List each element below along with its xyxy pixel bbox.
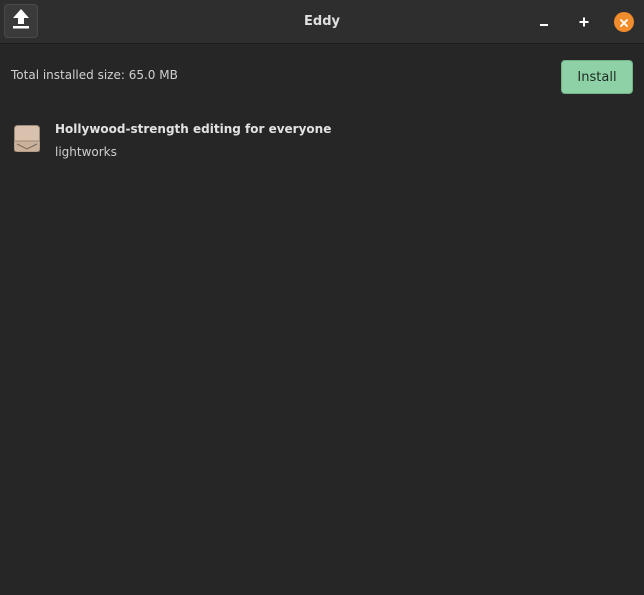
- upload-icon: [11, 8, 31, 34]
- title-bar: Eddy: [0, 0, 644, 44]
- install-button[interactable]: Install: [561, 60, 633, 94]
- upload-button[interactable]: [4, 4, 38, 38]
- package-row[interactable]: Hollywood-strength editing for everyone …: [0, 114, 644, 166]
- package-icon: [14, 125, 40, 157]
- maximize-button[interactable]: [574, 12, 594, 32]
- maximize-icon: [578, 13, 590, 32]
- minimize-icon: [538, 13, 550, 32]
- minimize-button[interactable]: [534, 12, 554, 32]
- close-icon: [619, 13, 629, 32]
- app-window: Eddy Total installed size: 65.0 MB Insta…: [0, 0, 644, 595]
- package-description: Hollywood-strength editing for everyone: [55, 122, 332, 136]
- close-button[interactable]: [614, 12, 634, 32]
- package-name: lightworks: [55, 145, 117, 159]
- total-installed-size: Total installed size: 65.0 MB: [11, 68, 178, 82]
